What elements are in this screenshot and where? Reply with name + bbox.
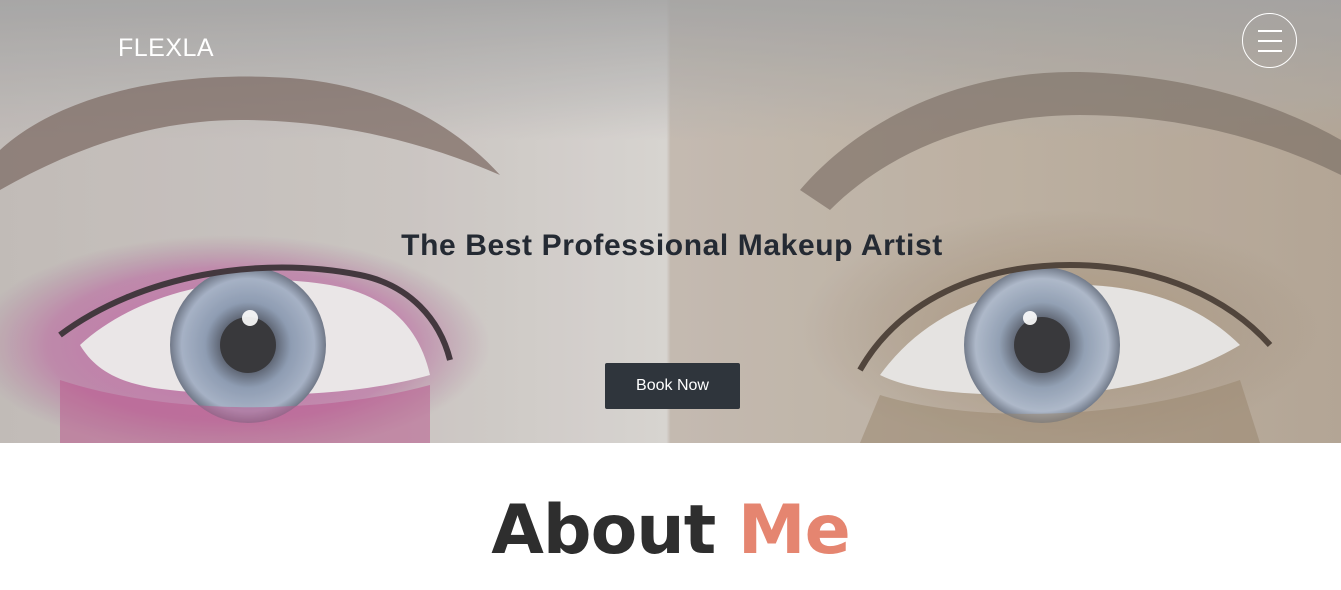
about-heading: About Me [0, 486, 1341, 576]
book-now-button[interactable]: Book Now [605, 363, 740, 409]
hero-title: The Best Professional Makeup Artist [401, 229, 943, 262]
about-heading-word: About [491, 491, 716, 570]
hamburger-menu-icon-bar [1258, 40, 1282, 42]
brand-logo[interactable]: FLEXLA [118, 34, 214, 63]
hero-section: FLEXLA The Best Professional Makeup Arti… [0, 0, 1341, 443]
hamburger-menu-icon [1258, 30, 1282, 32]
about-heading-accent-word: Me [737, 491, 851, 570]
hamburger-menu-icon-bar [1258, 50, 1282, 52]
menu-button[interactable] [1242, 13, 1297, 68]
